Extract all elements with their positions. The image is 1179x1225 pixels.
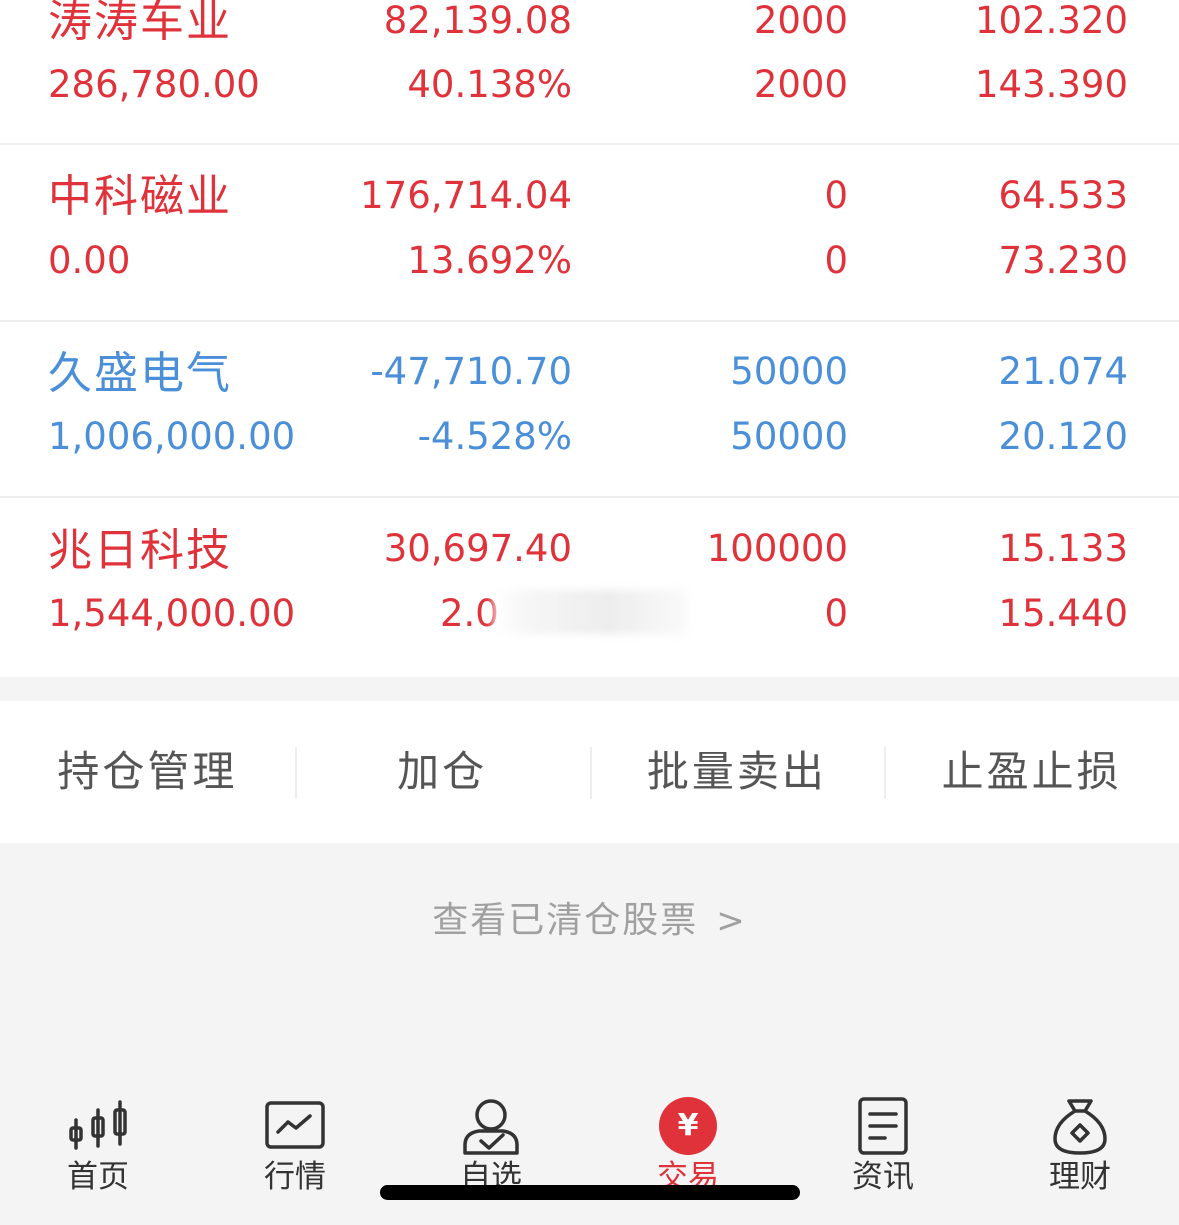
position-qty: 0 bbox=[824, 174, 848, 217]
position-qty: 100000 bbox=[706, 527, 848, 570]
position-qty: 50000 bbox=[730, 350, 848, 393]
tab-label: 行情 bbox=[264, 1159, 326, 1195]
stock-name: 兆日科技 bbox=[48, 525, 232, 576]
document-icon bbox=[813, 1092, 953, 1160]
tab-trade[interactable]: ¥ 交易 bbox=[618, 1092, 758, 1193]
yuan-icon: ¥ bbox=[618, 1092, 758, 1160]
tab-label: 资讯 bbox=[852, 1159, 914, 1195]
tab-wealth[interactable]: 理财 bbox=[1010, 1092, 1150, 1193]
cost-price: 102.320 bbox=[974, 0, 1128, 42]
market-value: 1,544,000.00 bbox=[48, 592, 296, 635]
chevron-right-icon: > bbox=[716, 901, 747, 941]
cleared-section: 查看已清仓股票 > bbox=[0, 843, 1179, 1093]
cost-price: 15.133 bbox=[998, 527, 1128, 570]
holding-row[interactable]: 涛涛车业 286,780.00 82,139.08 40.138% 2000 2… bbox=[0, 0, 1179, 145]
stock-name: 中科磁业 bbox=[48, 171, 232, 222]
pnl-percent: 2.0 bbox=[440, 592, 499, 635]
home-indicator[interactable] bbox=[380, 1185, 800, 1200]
pnl-percent: 13.692% bbox=[407, 239, 572, 282]
section-divider bbox=[0, 677, 1179, 701]
current-price: 73.230 bbox=[998, 239, 1128, 282]
user-check-icon bbox=[421, 1092, 561, 1160]
batch-sell-button[interactable]: 批量卖出 bbox=[589, 747, 885, 799]
trend-chart-icon bbox=[225, 1092, 365, 1160]
tab-home[interactable]: 首页 bbox=[28, 1092, 168, 1193]
money-bag-icon bbox=[1010, 1092, 1150, 1160]
holding-row[interactable]: 兆日科技 1,544,000.00 30,697.40 2.0 100000 0… bbox=[0, 498, 1179, 677]
cleared-link-label: 查看已清仓股票 bbox=[432, 900, 699, 941]
tab-market[interactable]: 行情 bbox=[225, 1092, 365, 1193]
pnl-amount: 82,139.08 bbox=[383, 0, 572, 42]
bottom-tab-bar: 首页 行情 自选 ¥ 交易 资讯 理财 bbox=[0, 1080, 1179, 1225]
trading-screen: 涛涛车业 286,780.00 82,139.08 40.138% 2000 2… bbox=[0, 0, 1179, 1225]
tab-watchlist[interactable]: 自选 bbox=[421, 1092, 561, 1193]
add-position-button[interactable]: 加仓 bbox=[294, 747, 590, 799]
view-cleared-stocks-link[interactable]: 查看已清仓股票 > bbox=[0, 891, 1179, 943]
cost-price: 21.074 bbox=[998, 350, 1128, 393]
stock-name: 涛涛车业 bbox=[48, 0, 232, 47]
holding-row[interactable]: 中科磁业 0.00 176,714.04 13.692% 0 0 64.533 … bbox=[0, 145, 1179, 322]
cost-price: 64.533 bbox=[998, 174, 1128, 217]
available-qty: 0 bbox=[824, 592, 848, 635]
stop-profit-loss-button[interactable]: 止盈止损 bbox=[884, 747, 1179, 799]
current-price: 143.390 bbox=[974, 63, 1128, 106]
redaction-blur bbox=[492, 590, 688, 634]
stock-name: 久盛电气 bbox=[48, 348, 232, 399]
pnl-percent: 40.138% bbox=[407, 63, 572, 106]
candlestick-icon bbox=[28, 1092, 168, 1160]
tab-label: 理财 bbox=[1049, 1159, 1111, 1195]
holding-row[interactable]: 久盛电气 1,006,000.00 -47,710.70 -4.528% 500… bbox=[0, 322, 1179, 498]
available-qty: 0 bbox=[824, 239, 848, 282]
position-qty: 2000 bbox=[753, 0, 848, 42]
market-value: 286,780.00 bbox=[48, 63, 260, 106]
pnl-amount: 176,714.04 bbox=[360, 174, 572, 217]
pnl-amount: -47,710.70 bbox=[370, 350, 572, 393]
available-qty: 2000 bbox=[753, 63, 848, 106]
yuan-glyph: ¥ bbox=[659, 1097, 717, 1155]
market-value: 0.00 bbox=[48, 239, 131, 282]
available-qty: 50000 bbox=[730, 415, 848, 458]
tab-news[interactable]: 资讯 bbox=[813, 1092, 953, 1193]
tab-label: 首页 bbox=[67, 1159, 129, 1195]
market-value: 1,006,000.00 bbox=[48, 415, 296, 458]
position-manage-button[interactable]: 持仓管理 bbox=[0, 751, 295, 793]
pnl-amount: 30,697.40 bbox=[383, 527, 572, 570]
pnl-percent: -4.528% bbox=[417, 415, 572, 458]
current-price: 15.440 bbox=[998, 592, 1128, 635]
current-price: 20.120 bbox=[998, 415, 1128, 458]
position-actions-bar: 持仓管理 加仓 批量卖出 止盈止损 bbox=[0, 701, 1179, 843]
